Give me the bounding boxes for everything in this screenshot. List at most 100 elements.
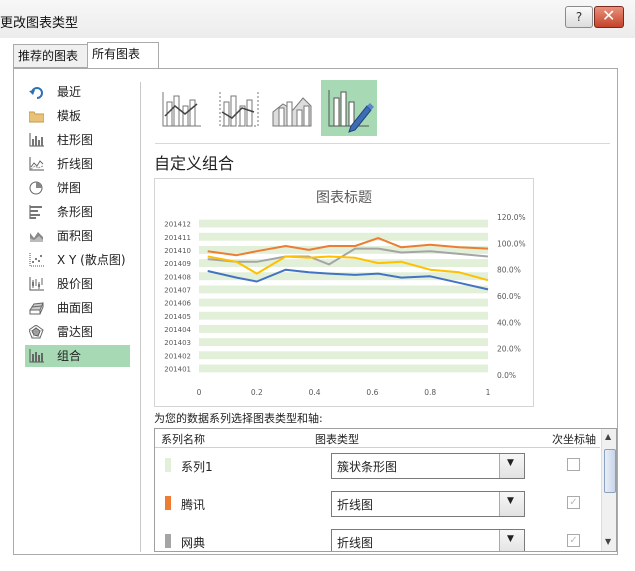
series-name: 网典 <box>181 536 206 550</box>
sidebar-item-label: 股价图 <box>57 277 94 291</box>
y2-tick-label: 100.0% <box>497 239 526 248</box>
secondary-axis-checkbox[interactable]: ✓ <box>567 534 580 547</box>
chart-bar <box>199 285 488 294</box>
series-name: 系列1 <box>181 460 213 474</box>
tab-all-charts[interactable]: 所有图表 <box>87 42 159 69</box>
dropdown-button[interactable]: ▼ <box>499 492 524 516</box>
sidebar-item-line[interactable]: 折线图 <box>25 153 143 175</box>
clustered-column-line-button[interactable] <box>155 82 207 134</box>
x-tick-label: 0.8 <box>424 388 436 397</box>
chart-bar <box>199 298 488 307</box>
scroll-down-icon[interactable]: ▼ <box>605 537 611 546</box>
sidebar-item-label: 柱形图 <box>57 133 94 147</box>
stock-chart-icon <box>29 277 44 291</box>
dialog-title: 更改图表类型 <box>0 16 79 31</box>
chart-bar <box>199 311 488 320</box>
clustered-column-line-secondary-axis-icon <box>219 92 259 127</box>
series-name: 腾讯 <box>181 498 206 512</box>
x-tick-label: 0.2 <box>251 388 263 397</box>
folder-icon <box>29 111 44 123</box>
series-row: 网典 折线图 ▼ ✓ <box>155 527 600 551</box>
scroll-up-icon[interactable]: ▲ <box>605 432 611 441</box>
recent-icon <box>29 87 43 99</box>
x-tick-label: 0.4 <box>309 388 321 397</box>
sidebar-item-label: X Y (散点图) <box>57 253 126 267</box>
y-tick-label: 201404 <box>164 326 191 334</box>
preview-chart: 图表标题 201401 201402 201403 201404 201405 201406… <box>164 190 526 397</box>
grid-header: 系列名称 图表类型 次坐标轴 <box>155 429 600 448</box>
series-color-swatch <box>165 534 171 548</box>
dropdown-button[interactable]: ▼ <box>499 454 524 478</box>
y2-tick-label: 0.0% <box>497 371 516 380</box>
select-value: 折线图 <box>337 536 374 550</box>
tab-recommended-charts[interactable]: 推荐的图表 <box>13 44 95 68</box>
area-chart-icon <box>30 232 43 242</box>
bar-chart-icon <box>29 205 42 219</box>
surface-chart-icon <box>29 302 44 315</box>
close-icon: ✕ <box>602 6 616 25</box>
section-divider <box>155 143 610 144</box>
y-tick-label: 201408 <box>164 273 191 281</box>
line-chart-icon <box>29 157 44 171</box>
sidebar-item-column[interactable]: 柱形图 <box>25 129 143 151</box>
sidebar-item-templates[interactable]: 模板 <box>25 105 143 127</box>
clustered-column-line-icon <box>162 92 201 127</box>
sidebar-item-label: 饼图 <box>57 181 82 195</box>
y-tick-label: 201405 <box>164 313 191 321</box>
series-row: 系列1 簇状条形图 ▼ <box>155 451 600 487</box>
title-bar[interactable]: 更改图表类型 ? ✕ <box>0 0 635 38</box>
chevron-down-icon: ▼ <box>507 458 514 468</box>
sidebar-item-label: 条形图 <box>57 205 94 219</box>
y2-tick-label: 20.0% <box>497 345 521 354</box>
grid-scrollbar[interactable]: ▲ ▼ <box>601 429 616 551</box>
close-button[interactable]: ✕ <box>594 6 624 28</box>
clustered-column-line-secondary-axis-button[interactable] <box>212 82 264 134</box>
series-chart-type-select[interactable]: 折线图 ▼ <box>331 491 525 517</box>
series-row: 腾讯 折线图 ▼ ✓ <box>155 489 600 525</box>
custom-combination-icon <box>328 90 374 133</box>
column-chart-icon <box>29 133 44 147</box>
sidebar-item-combo[interactable]: 组合 <box>25 345 130 367</box>
sidebar-item-recent[interactable]: 最近 <box>25 81 143 103</box>
sidebar-item-radar[interactable]: 雷达图 <box>25 321 143 343</box>
sidebar-divider <box>140 82 141 552</box>
scrollbar-thumb[interactable] <box>604 449 616 493</box>
sidebar-item-pie[interactable]: 饼图 <box>25 177 143 199</box>
x-tick-label: 1 <box>486 388 491 397</box>
y-tick-label: 201412 <box>164 221 191 229</box>
sidebar-item-label: 曲面图 <box>57 301 94 315</box>
chevron-down-icon: ▼ <box>507 496 514 506</box>
y-tick-label: 201409 <box>164 260 191 268</box>
section-heading: 自定义组合 <box>154 154 235 173</box>
y-tick-label: 201406 <box>164 300 191 308</box>
sidebar-item-stock[interactable]: 股价图 <box>25 273 143 295</box>
radar-chart-icon <box>29 325 44 339</box>
sidebar-item-surface[interactable]: 曲面图 <box>25 297 143 319</box>
sidebar-item-scatter[interactable]: X Y (散点图) <box>25 249 143 271</box>
chart-bar <box>199 324 488 333</box>
scatter-chart-icon <box>29 253 44 267</box>
secondary-axis-checkbox[interactable] <box>567 458 580 471</box>
sidebar-item-bar[interactable]: 条形图 <box>25 201 143 223</box>
header-series-name: 系列名称 <box>161 433 205 446</box>
custom-combination-button[interactable] <box>321 80 377 136</box>
sidebar-item-label: 最近 <box>57 85 82 99</box>
y2-tick-label: 60.0% <box>497 292 521 301</box>
chart-bar <box>199 232 488 241</box>
secondary-axis-checkbox[interactable]: ✓ <box>567 496 580 509</box>
chart-bar <box>199 351 488 360</box>
y2-tick-label: 80.0% <box>497 266 521 275</box>
stacked-area-clustered-column-button[interactable] <box>265 82 317 134</box>
y-tick-label: 201402 <box>164 352 191 360</box>
sidebar-item-area[interactable]: 面积图 <box>25 225 143 247</box>
series-chart-type-select[interactable]: 折线图 ▼ <box>331 529 525 551</box>
y-tick-label: 201401 <box>164 365 191 373</box>
series-prompt: 为您的数据系列选择图表类型和轴: <box>154 412 323 425</box>
series-color-swatch <box>165 458 171 472</box>
help-button[interactable]: ? <box>565 6 593 28</box>
y2-tick-label: 40.0% <box>497 318 521 327</box>
series-grid: 系列名称 图表类型 次坐标轴 系列1 簇状条形图 ▼ 腾讯 折线图 ▼ ✓ 网典 <box>154 428 617 552</box>
sidebar-item-label: 模板 <box>57 109 82 123</box>
series-chart-type-select[interactable]: 簇状条形图 ▼ <box>331 453 525 479</box>
dropdown-button[interactable]: ▼ <box>499 530 524 551</box>
